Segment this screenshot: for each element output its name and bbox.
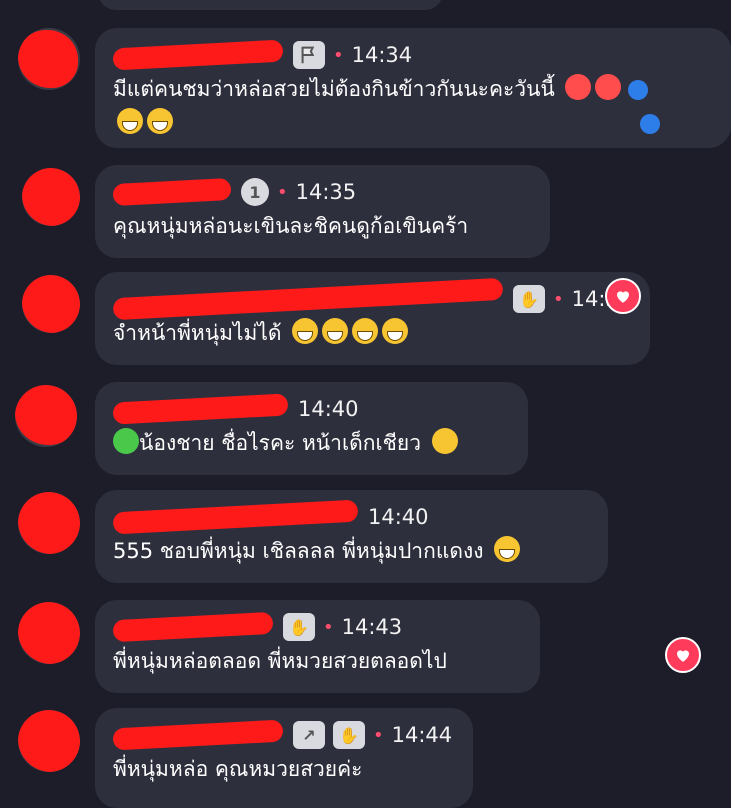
grin-emoji-icon <box>147 108 173 134</box>
heart-reaction-icon[interactable] <box>665 637 701 673</box>
avatar[interactable] <box>22 275 80 333</box>
avatar[interactable] <box>18 28 80 90</box>
message-time: 14:40 <box>298 397 359 421</box>
message-text: มีแต่คนชมว่าหล่อสวยไม่ต้องกินข้าวกันนะคะ… <box>113 77 555 101</box>
wave-icon: ✋ <box>283 613 315 641</box>
message-bubble[interactable]: ↗ ✋ • 14:44 พี่หนุ่มหล่อ คุณหมวยสวยค่ะ <box>95 708 473 808</box>
avatar[interactable] <box>22 168 80 226</box>
message-bubble[interactable]: ✋ • 14:43 พี่หนุ่มหล่อตลอด พี่หมวยสวยตลอ… <box>95 600 540 693</box>
share-icon: ↗ <box>293 721 325 749</box>
level-badge: 1 <box>241 178 269 206</box>
laughing-emoji-icon <box>494 536 521 562</box>
redacted-username <box>112 611 274 643</box>
message-time: 14:34 <box>351 43 413 67</box>
previous-message-bubble <box>98 0 443 10</box>
redacted-username <box>112 177 232 207</box>
message-time: 14:35 <box>295 180 357 204</box>
message-bubble[interactable]: • 14:34 มีแต่คนชมว่าหล่อสวยไม่ต้องกินข้า… <box>95 28 731 148</box>
message-bubble[interactable]: ✋ • 14:3 จำหน้าพี่หนุ่มไม่ได้ <box>95 272 650 365</box>
heart-eyes-emoji-icon <box>565 74 592 100</box>
grin-emoji-icon <box>292 318 319 344</box>
redacted-username <box>112 393 289 425</box>
message-bubble[interactable]: 14:40 น้องชาย ชื่อไรคะ หน้าเด็กเชียว <box>95 382 528 475</box>
redacted-username <box>112 277 504 321</box>
message-text: จำหน้าพี่หนุ่มไม่ได้ <box>113 321 282 345</box>
grin-emoji-icon <box>382 318 409 344</box>
grin-emoji-icon <box>322 318 349 344</box>
wave-icon: ✋ <box>333 721 365 749</box>
message-text: พี่หนุ่มหล่อ คุณหมวยสวยค่ะ <box>113 757 363 781</box>
heart-eyes-emoji-icon <box>595 74 622 100</box>
flag-icon <box>293 41 325 69</box>
avatar[interactable] <box>15 385 77 447</box>
redacted-username <box>112 39 284 71</box>
grin-emoji-icon <box>352 318 379 344</box>
avatar[interactable] <box>18 492 80 554</box>
green-heart-icon <box>113 428 139 454</box>
message-bubble[interactable]: 1 • 14:35 คุณหนุ่มหล่อนะเขินละชิคนดูก้อเ… <box>95 165 550 258</box>
message-text: คุณหนุ่มหล่อนะเขินละชิคนดูก้อเขินคร้า <box>113 214 469 238</box>
message-text: พี่หนุ่มหล่อตลอด พี่หมวยสวยตลอดไป <box>113 649 447 673</box>
message-time: 14:40 <box>368 505 429 529</box>
avatar[interactable] <box>18 710 80 772</box>
redacted-username <box>112 719 284 751</box>
heart-reaction-icon[interactable] <box>605 278 641 314</box>
redacted-username <box>112 499 359 535</box>
message-text: น้องชาย ชื่อไรคะ หน้าเด็กเชียว <box>139 431 422 455</box>
message-time: 14:43 <box>341 615 403 639</box>
grin-emoji-icon <box>117 108 143 134</box>
wave-icon: ✋ <box>513 285 545 313</box>
message-bubble[interactable]: 14:40 555 ชอบพี่หนุ่ม เชิลลลล พี่หนุ่มปา… <box>95 490 608 583</box>
like-reaction-icon[interactable] <box>639 114 660 134</box>
like-reaction-icon[interactable] <box>628 80 649 100</box>
avatar[interactable] <box>18 602 80 664</box>
message-time: 14:44 <box>391 723 453 747</box>
shushing-emoji-icon <box>431 428 458 454</box>
message-text: 555 ชอบพี่หนุ่ม เชิลลลล พี่หนุ่มปากแดงง <box>113 539 484 563</box>
